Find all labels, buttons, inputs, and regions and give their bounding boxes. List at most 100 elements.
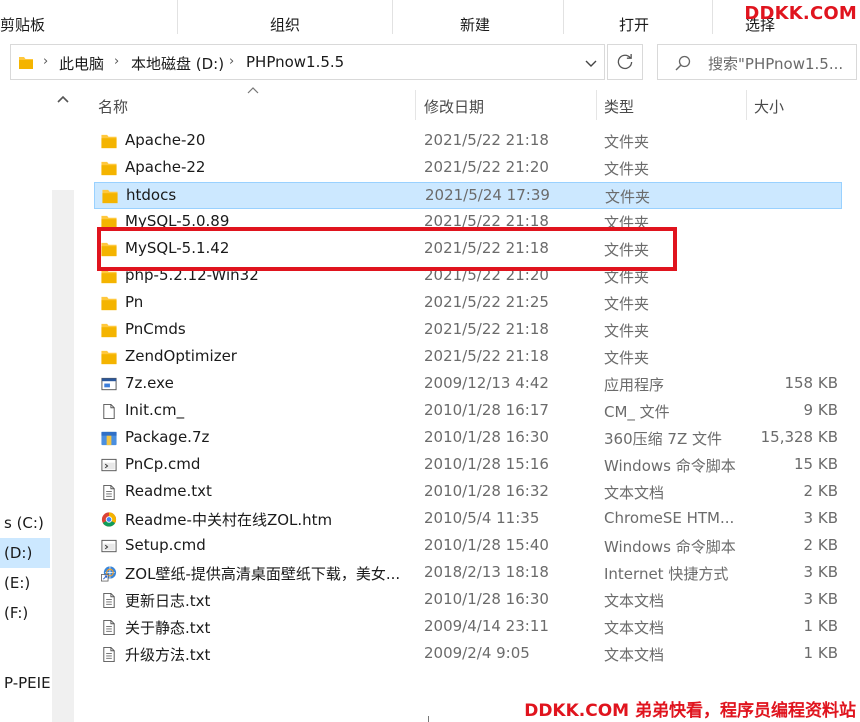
nav-item-drive-f[interactable]: (F:) (0, 598, 50, 628)
file-date: 2010/1/28 15:16 (424, 455, 549, 473)
nav-scrollbar[interactable] (52, 190, 74, 722)
breadcrumb-separator-icon[interactable]: › (229, 54, 234, 69)
file-row[interactable]: Package.7z 2010/1/28 16:30 360压缩 7Z 文件 15,3… (94, 425, 842, 452)
file-row[interactable]: ZOL壁纸-提供高清桌面壁纸下载，美女... 2018/2/13 18:18 Int… (94, 560, 842, 587)
file-date: 2010/1/28 16:17 (424, 401, 549, 419)
file-name: Readme-中关村在线ZOL.htm (125, 511, 333, 529)
refresh-icon (617, 53, 633, 70)
file-row[interactable]: ZendOptimizer 2021/5/22 21:18 文件夹 (94, 344, 842, 371)
file-type: Windows 命令脚本 (604, 457, 736, 475)
file-type: 360压缩 7Z 文件 (604, 430, 722, 448)
column-header-date[interactable]: 修改日期 (424, 90, 484, 120)
file-row[interactable]: PnCmds 2021/5/22 21:18 文件夹 (94, 317, 842, 344)
text-file-icon (103, 619, 115, 636)
address-bar[interactable]: › 此电脑 › 本地磁盘 (D:) › PHPnow1.5.5 (10, 44, 605, 80)
file-row[interactable]: 关于静态.txt 2009/4/14 23:11 文本文档 1 KB (94, 614, 842, 641)
ribbon-group-organize[interactable]: 组织 (270, 14, 300, 35)
column-header-name[interactable]: 名称 (98, 90, 128, 120)
file-type: 文本文档 (604, 592, 665, 610)
file-name: PnCp.cmd (125, 455, 201, 473)
breadcrumb-phpnow[interactable]: PHPnow1.5.5 (246, 53, 344, 71)
file-type: 文件夹 (604, 322, 650, 340)
folder-icon (19, 57, 33, 69)
file-type: 文件夹 (605, 188, 651, 206)
search-input[interactable]: 搜索"PHPnow1.5... (657, 44, 857, 80)
watermark-bottom: DDKK.COM 弟弟快看，程序员编程资料站 (524, 701, 856, 721)
file-date: 2021/5/22 21:25 (424, 293, 549, 311)
file-size: 3 KB (803, 590, 838, 608)
ribbon-group-new[interactable]: 新建 (460, 14, 490, 35)
refresh-button[interactable] (607, 44, 643, 80)
file-row[interactable]: Readme-中关村在线ZOL.htm 2010/5/4 11:35 ChromeS… (94, 506, 842, 533)
sort-ascending-icon (247, 87, 259, 94)
ribbon-group-clipboard[interactable]: 剪贴板 (0, 14, 45, 35)
chevron-down-icon[interactable] (579, 51, 603, 75)
scroll-up-icon[interactable] (52, 90, 74, 110)
file-date: 2009/12/13 4:42 (424, 374, 549, 392)
file-type: 文件夹 (604, 160, 650, 178)
breadcrumb-this-pc[interactable]: 此电脑 (59, 53, 104, 74)
breadcrumb-separator-icon[interactable]: › (114, 54, 119, 69)
ribbon-separator (712, 0, 713, 34)
exe-icon (101, 377, 117, 391)
text-file-icon (103, 592, 115, 609)
file-row[interactable]: Init.cm_ 2010/1/28 16:17 CM_ 文件 9 KB (94, 398, 842, 425)
file-size: 15,328 KB (760, 428, 838, 446)
file-row[interactable]: htdocs 2021/5/24 17:39 文件夹 (94, 182, 842, 209)
file-row[interactable]: Pn 2021/5/22 21:25 文件夹 (94, 290, 842, 317)
column-separator[interactable] (596, 90, 597, 120)
file-name: htdocs (126, 186, 177, 204)
chrome-icon (101, 512, 117, 527)
file-name: Init.cm_ (125, 401, 185, 419)
nav-item-drive-e[interactable]: (E:) (0, 568, 50, 598)
file-name: Apache-20 (125, 131, 206, 149)
file-name: PnCmds (125, 320, 186, 338)
file-size: 158 KB (784, 374, 838, 392)
column-separator[interactable] (746, 90, 747, 120)
file-type: Windows 命令脚本 (604, 538, 736, 556)
file-row[interactable]: 升级方法.txt 2009/2/4 9:05 文本文档 1 KB (94, 641, 842, 668)
cmd-icon (101, 458, 117, 472)
breadcrumb-separator-icon[interactable]: › (43, 54, 48, 69)
breadcrumb-drive-d[interactable]: 本地磁盘 (D:) (131, 53, 224, 74)
file-row[interactable]: Apache-22 2021/5/22 21:20 文件夹 (94, 155, 842, 182)
column-header-type[interactable]: 类型 (604, 90, 634, 120)
file-size: 9 KB (803, 401, 838, 419)
file-date: 2021/5/22 21:18 (424, 320, 549, 338)
file-row[interactable]: Apache-20 2021/5/22 21:18 文件夹 (94, 128, 842, 155)
folder-icon (101, 134, 117, 149)
column-header-size[interactable]: 大小 (754, 90, 784, 120)
file-row[interactable]: Setup.cmd 2010/1/28 15:40 Windows 命令脚本 2 KB (94, 533, 842, 560)
file-date: 2010/1/28 16:30 (424, 428, 549, 446)
file-type: 文本文档 (604, 646, 665, 664)
file-name: Package.7z (125, 428, 210, 446)
file-row[interactable]: 更新日志.txt 2010/1/28 16:30 文本文档 3 KB (94, 587, 842, 614)
nav-item-drive-c[interactable]: s (C:) (0, 508, 50, 538)
folder-icon (102, 189, 118, 204)
file-row[interactable]: 7z.exe 2009/12/13 4:42 应用程序 158 KB (94, 371, 842, 398)
file-name: 更新日志.txt (125, 592, 211, 610)
file-size: 3 KB (803, 509, 838, 527)
file-date: 2021/5/22 21:18 (424, 131, 549, 149)
file-size: 1 KB (803, 617, 838, 635)
file-date: 2021/5/22 21:20 (424, 158, 549, 176)
file-name: Setup.cmd (125, 536, 206, 554)
search-icon (675, 55, 691, 71)
cmd-icon (101, 539, 117, 553)
file-date: 2018/2/13 18:18 (424, 563, 549, 581)
folder-icon (101, 350, 117, 365)
file-date: 2010/1/28 16:30 (424, 590, 549, 608)
text-file-icon (103, 646, 115, 663)
file-name: 关于静态.txt (125, 619, 211, 637)
file-date: 2010/1/28 15:40 (424, 536, 549, 554)
ribbon-group-open[interactable]: 打开 (619, 14, 649, 35)
file-type: 文件夹 (604, 349, 650, 367)
file-size: 2 KB (803, 482, 838, 500)
column-separator[interactable] (415, 90, 416, 120)
file-row[interactable]: PnCp.cmd 2010/1/28 15:16 Windows 命令脚本 15 KB (94, 452, 842, 479)
file-type: CM_ 文件 (604, 403, 670, 421)
nav-item-drive-d[interactable]: (D:) (0, 538, 50, 568)
file-size: 3 KB (803, 563, 838, 581)
file-row[interactable]: Readme.txt 2010/1/28 16:32 文本文档 2 KB (94, 479, 842, 506)
nav-item-network[interactable]: P-PEIEL (0, 668, 50, 698)
